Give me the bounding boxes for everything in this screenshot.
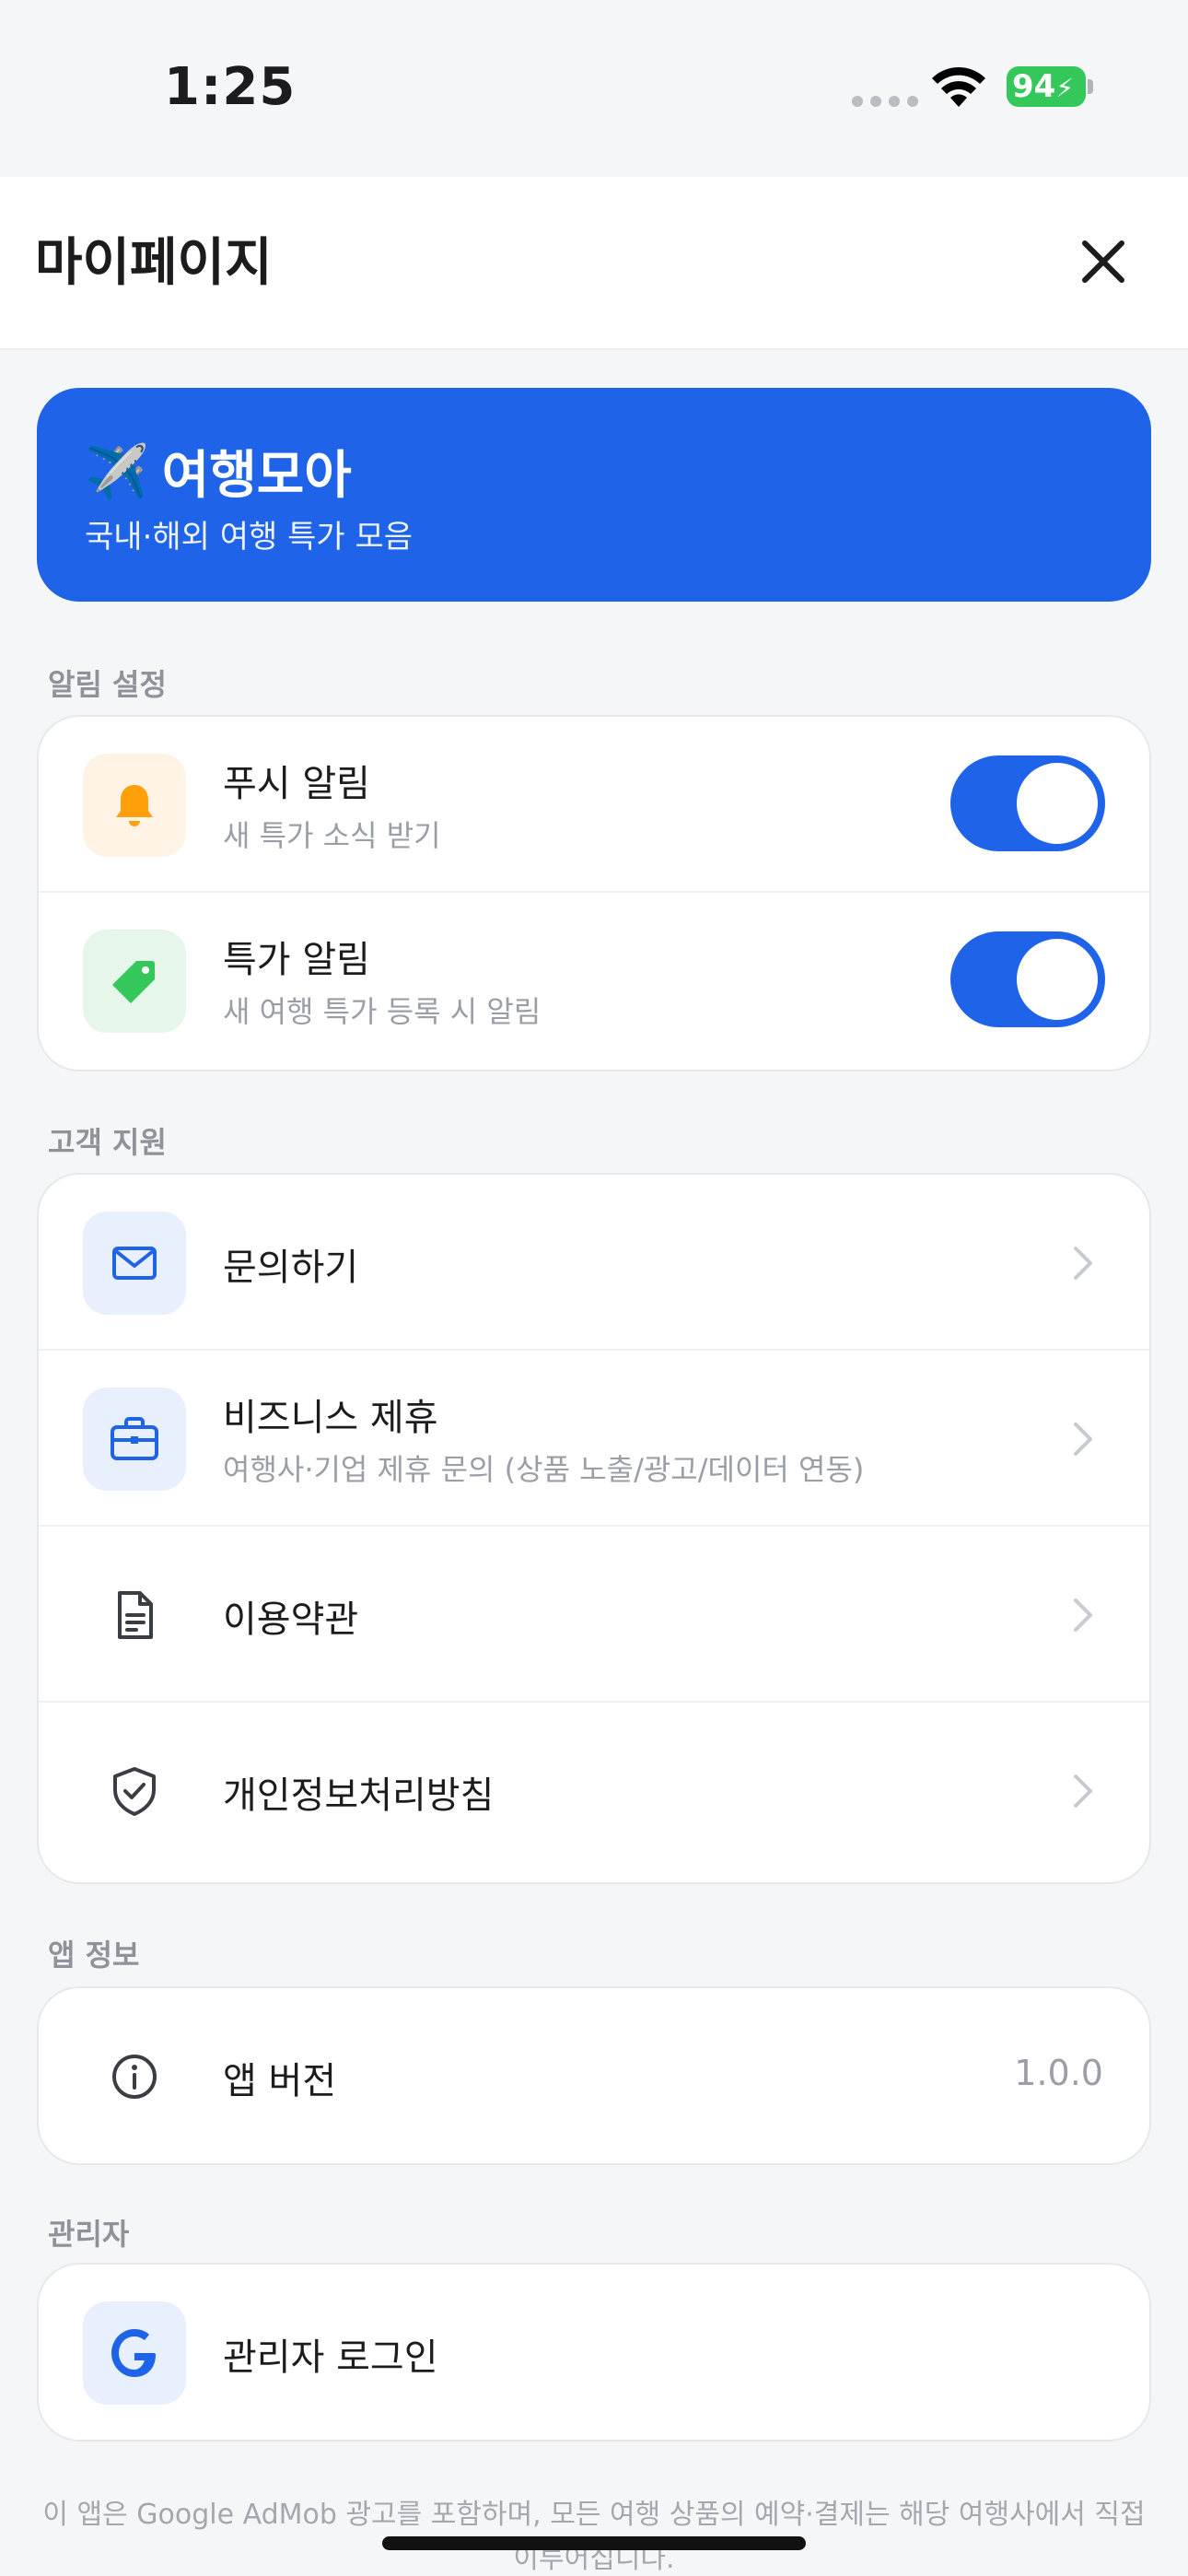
chevron-right-icon [1074,1423,1092,1456]
google-icon [83,2301,186,2405]
deal-notification-title: 특가 알림 [223,939,370,981]
support-row-inquiry[interactable]: 문의하기 [39,1175,1149,1351]
chevron-right-icon [1074,1247,1092,1280]
chevron-right-icon [1074,1774,1092,1808]
battery-level: 94 [1012,68,1056,105]
cellular-signal-icon [852,96,918,107]
admin-login-label: 관리자 로그인 [223,2336,438,2379]
mail-icon [83,1212,186,1315]
push-notification-subtitle: 새 특가 소식 받기 [223,818,441,853]
page-header: 마이페이지 [0,177,1188,350]
app-banner: ✈️ 여행모아 국내·해외 여행 특가 모음 [37,388,1151,602]
banner-subtitle: 국내·해외 여행 특가 모음 [85,519,413,556]
banner-title: ✈️ 여행모아 [85,434,352,509]
push-notification-toggle[interactable] [950,755,1105,851]
admin-login-row[interactable]: 관리자 로그인 [39,2265,1149,2440]
status-bar: 1:25 94⚡ [0,0,1188,175]
battery-icon: 94⚡ [1007,66,1086,107]
status-time: 1:25 [164,57,297,117]
business-subtitle: 여행사·기업 제휴 문의 (상품 노출/광고/데이터 연동) [223,1452,865,1487]
setting-row-push: 푸시 알림 새 특가 소식 받기 [39,717,1149,893]
banner-app-name: 여행모아 [161,446,352,506]
shield-icon [83,1739,186,1843]
battery-tip [1088,79,1093,94]
section-label-admin: 관리자 [48,2217,130,2252]
privacy-label: 개인정보처리방침 [223,1774,495,1817]
setting-row-deal: 특가 알림 새 여행 특가 등록 시 알림 [39,893,1149,1069]
close-icon[interactable] [1074,232,1133,291]
tag-icon [83,930,186,1033]
inquiry-label: 문의하기 [223,1247,359,1289]
document-icon [83,1563,186,1667]
toggle-knob [1017,763,1098,844]
business-label: 비즈니스 제휴 [223,1397,438,1439]
bell-icon [83,754,186,857]
support-row-privacy[interactable]: 개인정보처리방침 [39,1703,1149,1879]
ad-disclaimer: 이 앱은 Google AdMob 광고를 포함하며, 모든 여행 상품의 예약… [42,2499,1146,2575]
terms-label: 이용약관 [223,1598,359,1641]
home-indicator[interactable] [382,2536,806,2550]
push-notification-title: 푸시 알림 [223,763,370,805]
notifications-card: 푸시 알림 새 특가 소식 받기 특가 알림 새 여행 특가 등록 시 알림 [37,715,1151,1071]
section-label-app-info: 앱 정보 [48,1938,140,1973]
support-card: 문의하기 비즈니스 제휴 여행사·기업 제휴 문의 (상품 노출/광고/데이터 … [37,1173,1151,1884]
app-version-value: 1.0.0 [1014,2053,1103,2093]
toggle-knob [1017,939,1098,1020]
app-version-label: 앱 버전 [223,2060,337,2102]
app-version-row: 앱 버전 1.0.0 [39,1988,1149,2163]
wifi-icon [932,66,985,107]
support-row-terms[interactable]: 이용약관 [39,1527,1149,1703]
info-icon [83,2025,186,2128]
section-label-notifications: 알림 설정 [48,667,167,702]
page-title: 마이페이지 [35,233,273,293]
deal-notification-subtitle: 새 여행 특가 등록 시 알림 [223,994,542,1029]
airplane-icon: ✈️ [85,441,149,502]
app-info-card: 앱 버전 1.0.0 [37,1986,1151,2165]
support-row-business[interactable]: 비즈니스 제휴 여행사·기업 제휴 문의 (상품 노출/광고/데이터 연동) [39,1351,1149,1527]
admin-card: 관리자 로그인 [37,2263,1151,2441]
deal-notification-toggle[interactable] [950,931,1105,1027]
briefcase-icon [83,1388,186,1491]
chevron-right-icon [1074,1598,1092,1632]
charging-bolt-icon: ⚡ [1055,73,1074,103]
section-label-support: 고객 지원 [48,1125,167,1160]
